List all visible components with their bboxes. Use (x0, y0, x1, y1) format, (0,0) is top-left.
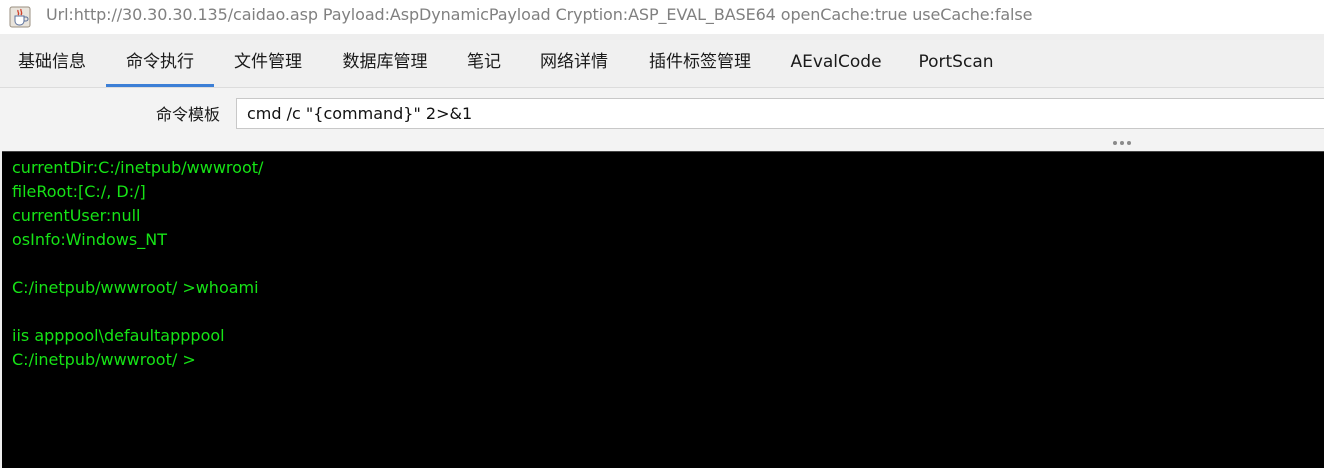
console-line: iis apppool\defaultapppool (12, 326, 225, 345)
console-line: osInfo:Windows_NT (12, 230, 167, 249)
java-cup-icon (9, 6, 31, 28)
console-prompt: C:/inetpub/wwwroot/ > (12, 350, 196, 369)
console-line: C:/inetpub/wwwroot/ >whoami (12, 278, 259, 297)
tab-bar: 基础信息 命令执行 文件管理 数据库管理 笔记 网络详情 插件标签管理 AEva… (0, 40, 1324, 88)
tab-network-details[interactable]: 网络详情 (520, 40, 628, 86)
tab-portscan[interactable]: PortScan (900, 40, 1012, 86)
console-line: currentUser:null (12, 206, 141, 225)
command-template-input[interactable] (236, 98, 1324, 129)
title-bar: Url:http://30.30.30.135/caidao.asp Paylo… (0, 0, 1324, 34)
tab-database-manager[interactable]: 数据库管理 (322, 40, 448, 86)
tab-plugin-tag-manager[interactable]: 插件标签管理 (628, 40, 772, 86)
tab-basic-info[interactable]: 基础信息 (0, 40, 104, 86)
console-line: currentDir:C:/inetpub/wwwroot/ (12, 158, 264, 177)
window-title: Url:http://30.30.30.135/caidao.asp Paylo… (46, 5, 1033, 24)
tab-command-exec[interactable]: 命令执行 (106, 40, 214, 87)
tab-aevalcode[interactable]: AEvalCode (772, 40, 900, 86)
drag-grip-icon[interactable] (1113, 141, 1137, 147)
console-line: fileRoot:[C:/, D:/] (12, 182, 146, 201)
command-console[interactable]: currentDir:C:/inetpub/wwwroot/ fileRoot:… (2, 151, 1324, 468)
tab-notes[interactable]: 笔记 (448, 40, 520, 86)
tab-file-manager[interactable]: 文件管理 (214, 40, 322, 86)
main-window: Url:http://30.30.30.135/caidao.asp Paylo… (0, 0, 1324, 468)
splitter-handle[interactable] (0, 138, 1324, 151)
command-template-label: 命令模板 (156, 105, 221, 124)
command-template-row: 命令模板 (0, 88, 1324, 138)
